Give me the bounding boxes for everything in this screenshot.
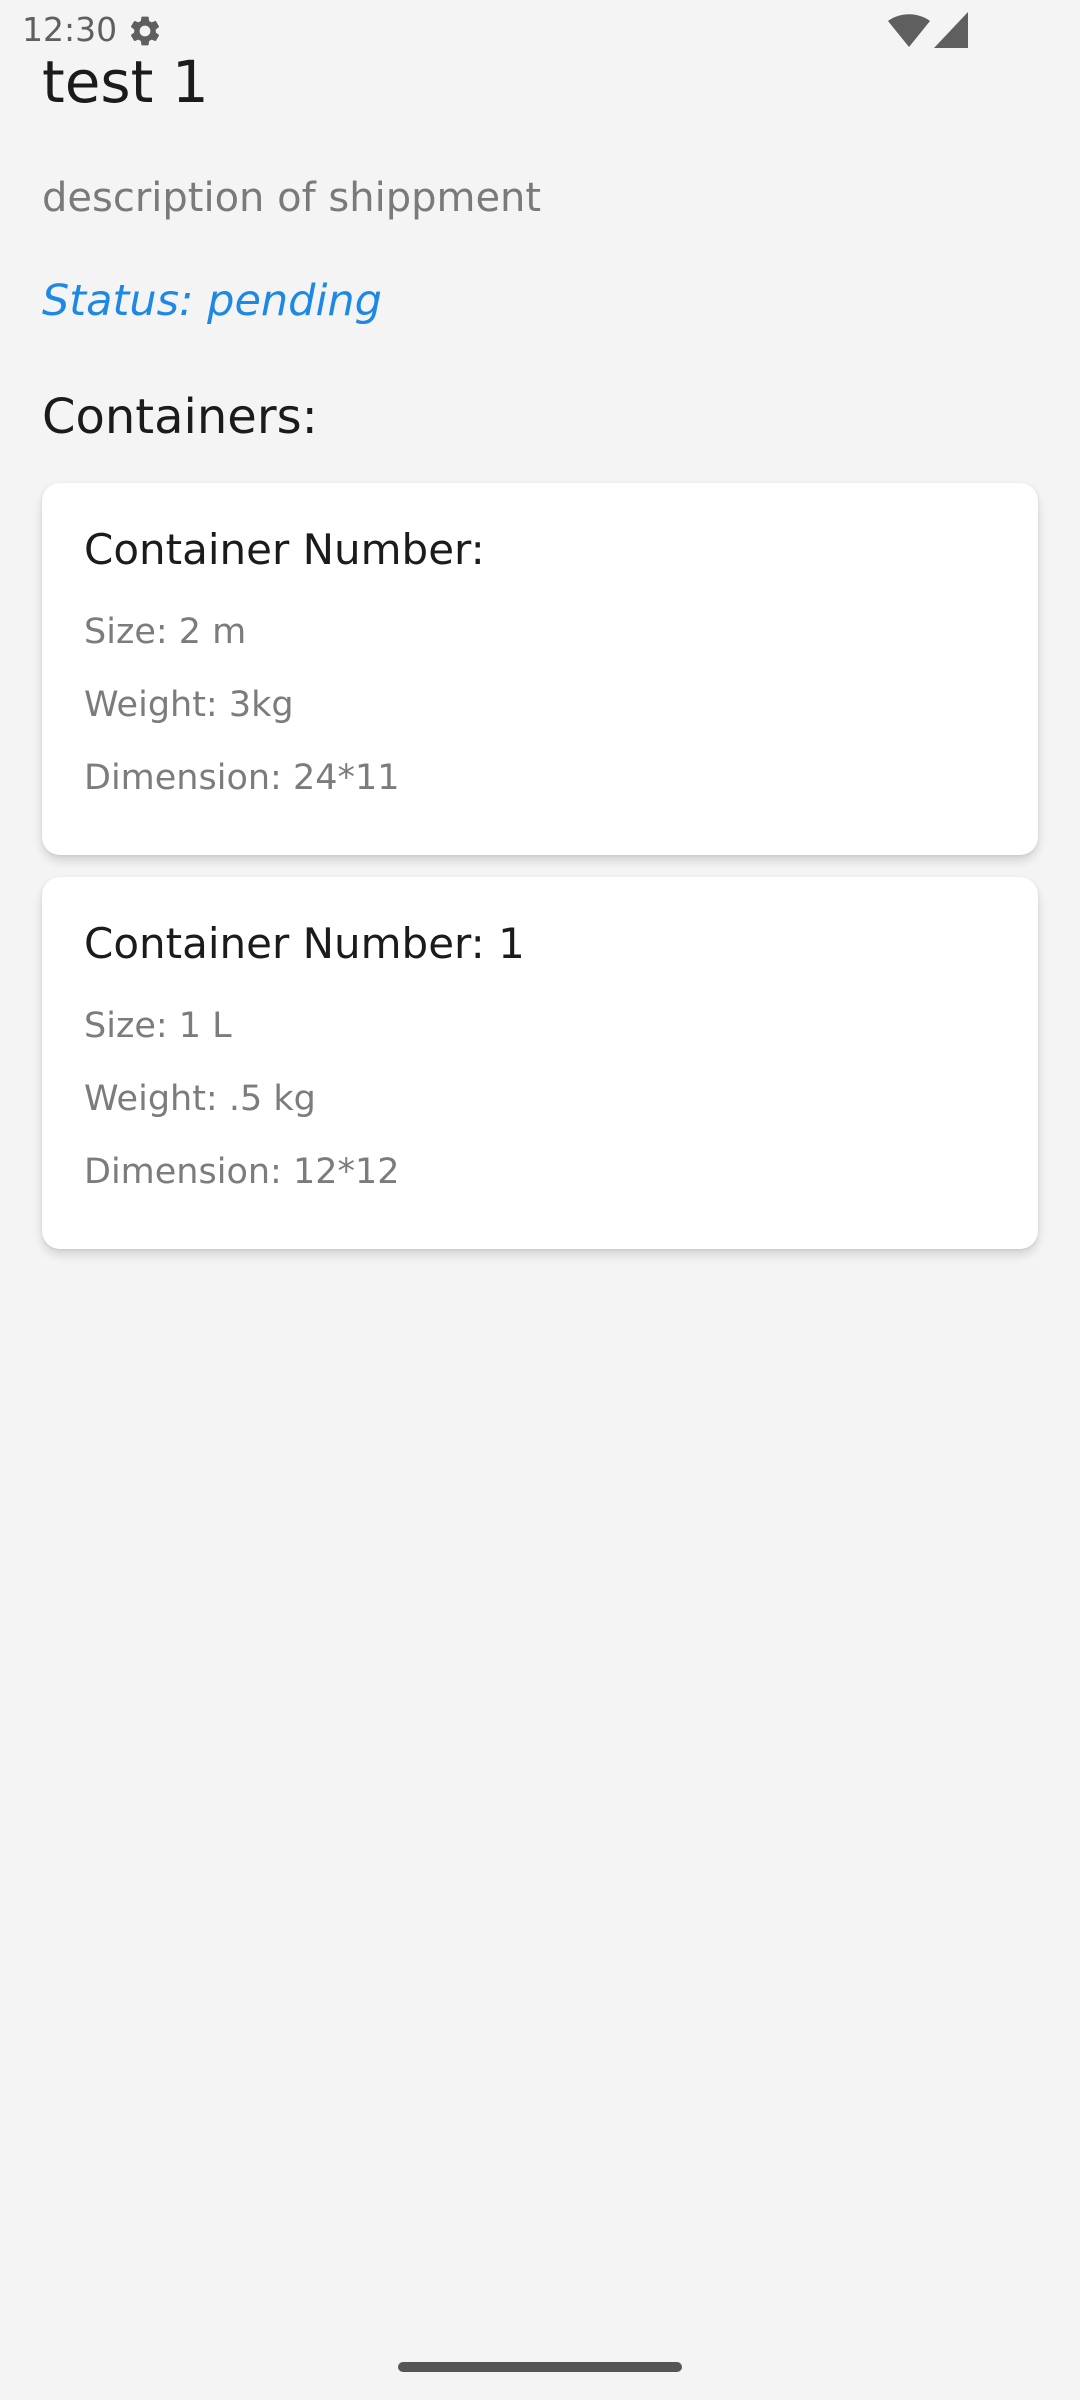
shipment-description: description of shippment xyxy=(42,175,542,221)
container-weight: Weight: .5 kg xyxy=(84,1079,316,1119)
signal-icon xyxy=(934,12,968,48)
container-number: Container Number: xyxy=(84,525,485,574)
shipment-detail-screen: 12:30 test 1 description of shippment St… xyxy=(0,0,1080,2400)
container-weight: Weight: 3kg xyxy=(84,685,294,725)
container-card[interactable]: Container Number: 1 Size: 1 L Weight: .5… xyxy=(42,877,1038,1249)
container-dimension: Dimension: 12*12 xyxy=(84,1152,400,1192)
gesture-nav-handle[interactable] xyxy=(398,2362,682,2372)
container-dimension: Dimension: 24*11 xyxy=(84,758,400,798)
shipment-title: test 1 xyxy=(42,48,209,116)
containers-heading: Containers: xyxy=(42,389,318,445)
container-card[interactable]: Container Number: Size: 2 m Weight: 3kg … xyxy=(42,483,1038,855)
container-size: Size: 2 m xyxy=(84,612,247,652)
shipment-status: Status: pending xyxy=(42,276,382,326)
container-size: Size: 1 L xyxy=(84,1006,232,1046)
wifi-icon xyxy=(888,14,930,47)
container-number: Container Number: 1 xyxy=(84,919,525,968)
